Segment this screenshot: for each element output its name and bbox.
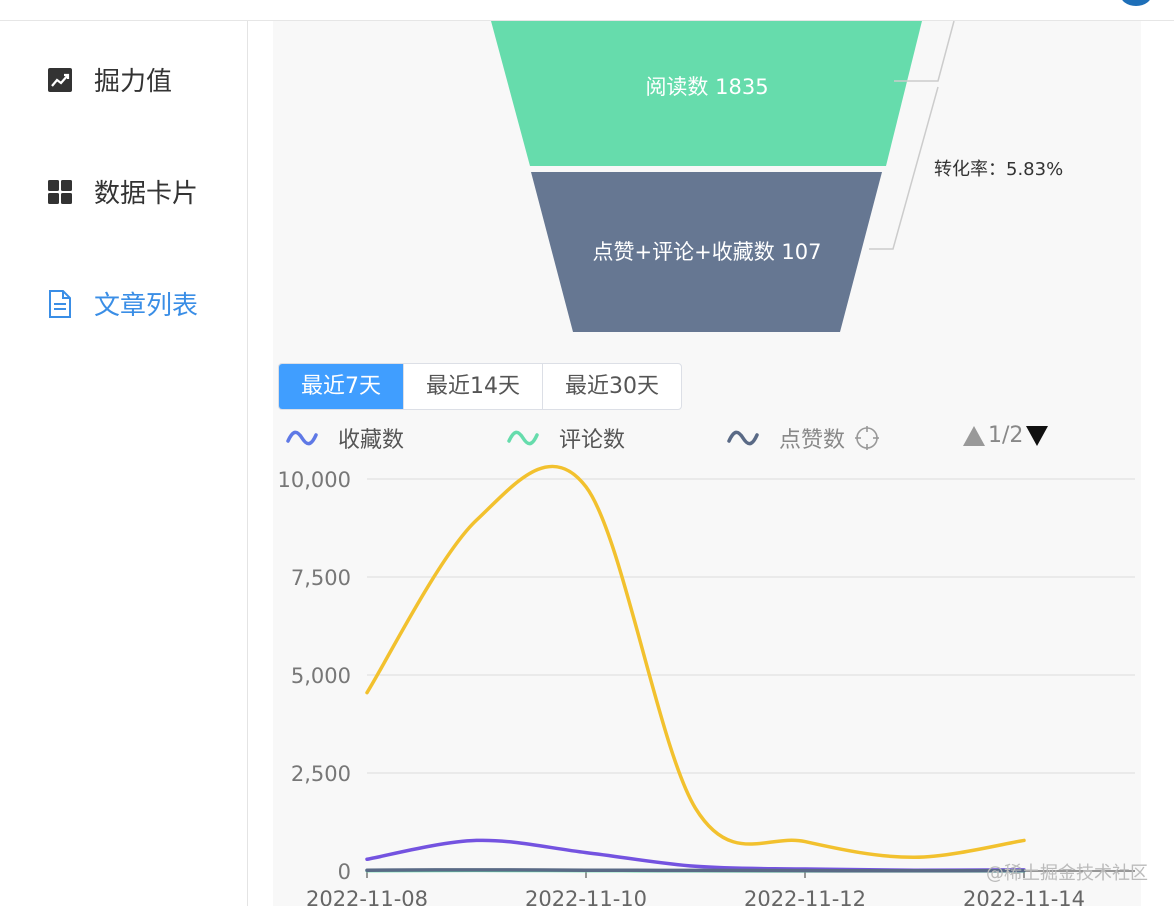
series-line-0[interactable] [365,464,1026,860]
y-tick-label: 2,500 [291,762,351,786]
x-tick-label: 2022-11-14 [963,887,1085,906]
x-tick-label: 2022-11-08 [306,887,428,906]
series-line-3[interactable] [365,868,1026,873]
y-tick-label: 0 [338,860,351,884]
y-tick-label: 5,000 [291,664,351,688]
x-tick-label: 2022-11-10 [525,887,647,906]
watermark: @稀土掘金技术社区 [986,863,1148,884]
y-tick-label: 7,500 [291,566,351,590]
y-tick-label: 10,000 [278,468,351,492]
line-chart: 0 2,500 5,000 7,500 10,000 2022-11-08 2022-11-… [278,464,1135,906]
x-tick-label: 2022-11-12 [744,887,866,906]
